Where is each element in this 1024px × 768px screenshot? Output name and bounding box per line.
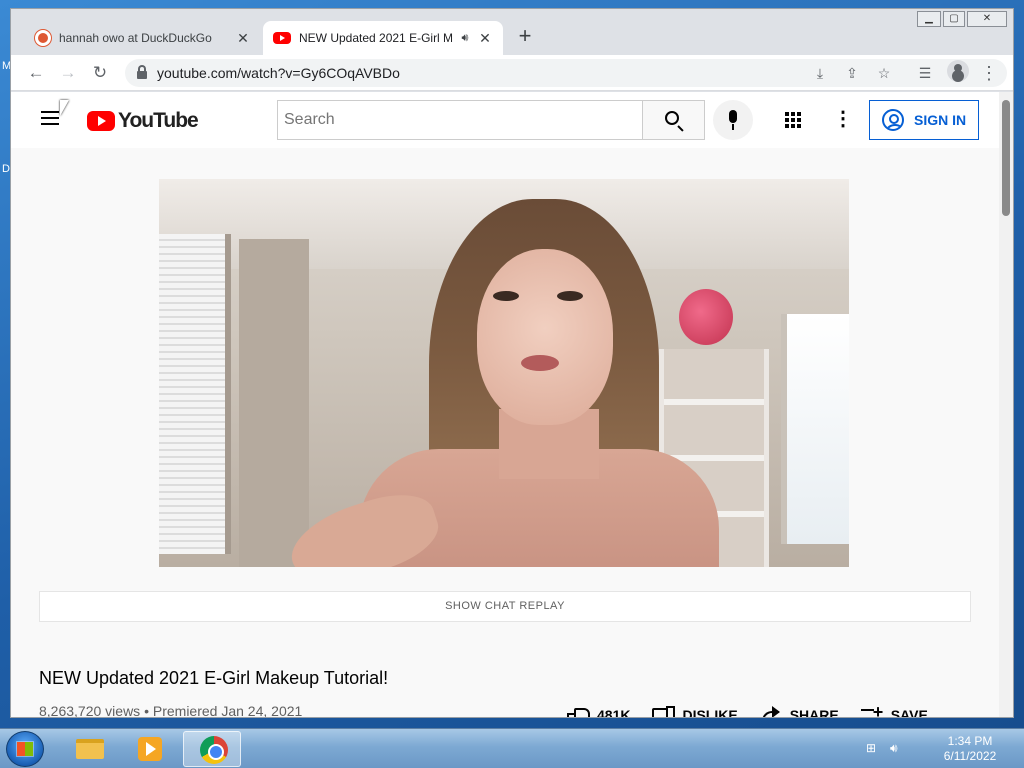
account-icon xyxy=(882,109,904,131)
minimize-button[interactable]: ▁ xyxy=(917,11,941,27)
meta-separator: • xyxy=(144,703,153,718)
scrollbar-thumb[interactable] xyxy=(1002,100,1010,216)
browser-menu-icon[interactable]: ⋮ xyxy=(979,59,999,87)
clock-time: 1:34 PM xyxy=(947,734,993,748)
browser-toolbar: ← → ↻ youtube.com/watch?v=Gy6COqAVBDo ⤓ … xyxy=(11,55,1013,91)
save-label: SAVE xyxy=(890,707,928,718)
new-tab-button[interactable]: + xyxy=(511,23,539,51)
video-frame-eye-left xyxy=(493,291,519,301)
tab-strip: hannah owo at DuckDuckGo ✕ NEW Updated 2… xyxy=(11,9,1013,55)
taskbar: ⊞ 🔊︎ 1:34 PM 6/11/2022 xyxy=(0,728,1024,768)
back-button[interactable]: ← xyxy=(22,59,50,87)
video-frame-window-right xyxy=(781,314,849,544)
network-icon[interactable]: ⊞ xyxy=(866,741,882,755)
folder-icon xyxy=(76,739,104,759)
start-button[interactable] xyxy=(6,731,44,767)
close-window-button[interactable]: ✕ xyxy=(967,11,1007,27)
tab-youtube[interactable]: NEW Updated 2021 E-Girl M 🔊︎ ✕ xyxy=(263,21,503,55)
tab-duckduckgo[interactable]: hannah owo at DuckDuckGo ✕ xyxy=(25,21,261,55)
media-control-icon[interactable]: ☰ xyxy=(915,63,935,83)
bookmark-star-icon[interactable]: ☆ xyxy=(874,63,894,83)
dislike-button[interactable]: DISLIKE xyxy=(652,706,738,718)
sign-in-label: SIGN IN xyxy=(914,112,967,128)
media-player-icon xyxy=(138,737,162,761)
search-icon xyxy=(665,111,679,125)
system-clock[interactable]: 1:34 PM 6/11/2022 xyxy=(930,734,1010,764)
video-frame-wall xyxy=(239,239,309,567)
reload-button[interactable]: ↻ xyxy=(86,59,114,87)
like-count: 481K xyxy=(597,707,631,718)
install-icon[interactable]: ⤓ xyxy=(810,63,830,83)
like-button[interactable]: 481K xyxy=(567,706,631,718)
speaker-icon[interactable]: 🔊︎ xyxy=(457,32,473,45)
tab-close-icon[interactable]: ✕ xyxy=(235,30,251,47)
search-box xyxy=(277,100,705,140)
youtube-logo-text: YouTube xyxy=(118,109,199,132)
forward-button[interactable]: → xyxy=(54,59,82,87)
page-scrollbar[interactable] xyxy=(999,92,1013,717)
thumbs-up-icon xyxy=(567,706,590,717)
taskbar-explorer[interactable] xyxy=(60,731,118,767)
duckduckgo-icon xyxy=(35,30,51,46)
video-frame-mouth xyxy=(521,355,559,371)
video-frame-plush xyxy=(679,289,733,345)
playlist-add-icon xyxy=(860,702,883,717)
share-page-icon[interactable]: ⇪ xyxy=(842,63,862,83)
address-bar[interactable]: youtube.com/watch?v=Gy6COqAVBDo ⤓ ⇪ ☆ xyxy=(125,59,1007,87)
hamburger-menu-icon[interactable] xyxy=(41,111,59,125)
video-title: NEW Updated 2021 E-Girl Makeup Tutorial! xyxy=(39,668,389,688)
show-chat-replay-button[interactable]: SHOW CHAT REPLAY xyxy=(39,591,971,622)
view-count: 8,263,720 views xyxy=(39,703,141,718)
search-button[interactable] xyxy=(642,100,705,140)
video-frame-window-left xyxy=(159,234,231,554)
youtube-logo[interactable]: YouTube xyxy=(87,109,199,133)
microphone-icon xyxy=(729,110,737,123)
tab-title: NEW Updated 2021 E-Girl M xyxy=(299,31,454,45)
profile-avatar-icon[interactable] xyxy=(947,60,969,82)
save-button[interactable]: SAVE xyxy=(860,702,928,718)
premiere-date: Premiered Jan 24, 2021 xyxy=(152,703,303,718)
lock-icon[interactable] xyxy=(137,65,147,79)
maximize-button[interactable]: ▢ xyxy=(943,11,965,27)
video-actions: 481K DISLIKE SHARE SAVE … xyxy=(567,702,992,718)
taskbar-media-player[interactable] xyxy=(120,731,178,767)
url-text[interactable]: youtube.com/watch?v=Gy6COqAVBDo xyxy=(157,65,400,81)
video-player[interactable] xyxy=(159,179,849,567)
microphone-stand xyxy=(732,124,734,130)
youtube-icon xyxy=(273,32,291,44)
chrome-icon xyxy=(200,736,228,764)
youtube-page: YouTube ⋮ SIGN IN xyxy=(11,92,999,718)
taskbar-chrome[interactable] xyxy=(183,731,241,767)
youtube-header: YouTube ⋮ SIGN IN xyxy=(11,92,999,148)
browser-window: hannah owo at DuckDuckGo ✕ NEW Updated 2… xyxy=(10,8,1014,718)
dislike-label: DISLIKE xyxy=(682,707,738,718)
volume-icon[interactable]: 🔊︎ xyxy=(890,741,906,755)
thumbs-down-icon xyxy=(652,706,676,717)
settings-more-icon[interactable]: ⋮ xyxy=(833,108,853,132)
video-frame-eye-right xyxy=(557,291,583,301)
video-frame-face xyxy=(477,249,613,425)
more-actions-icon[interactable]: … xyxy=(950,705,970,717)
share-button[interactable]: SHARE xyxy=(760,706,839,718)
youtube-play-icon xyxy=(87,111,115,131)
sign-in-button[interactable]: SIGN IN xyxy=(869,100,979,140)
search-input[interactable] xyxy=(277,100,642,140)
voice-search-button[interactable] xyxy=(713,100,753,140)
desktop-icon-label[interactable]: D xyxy=(2,163,10,175)
video-meta: 8,263,720 views • Premiered Jan 24, 2021 xyxy=(39,703,303,718)
apps-grid-icon[interactable] xyxy=(785,112,801,128)
mouse-cursor-icon xyxy=(60,100,69,116)
clock-date: 6/11/2022 xyxy=(943,749,997,763)
share-label: SHARE xyxy=(789,707,839,718)
share-icon xyxy=(760,706,782,717)
tab-close-icon[interactable]: ✕ xyxy=(477,30,493,47)
tab-title: hannah owo at DuckDuckGo xyxy=(59,31,212,45)
